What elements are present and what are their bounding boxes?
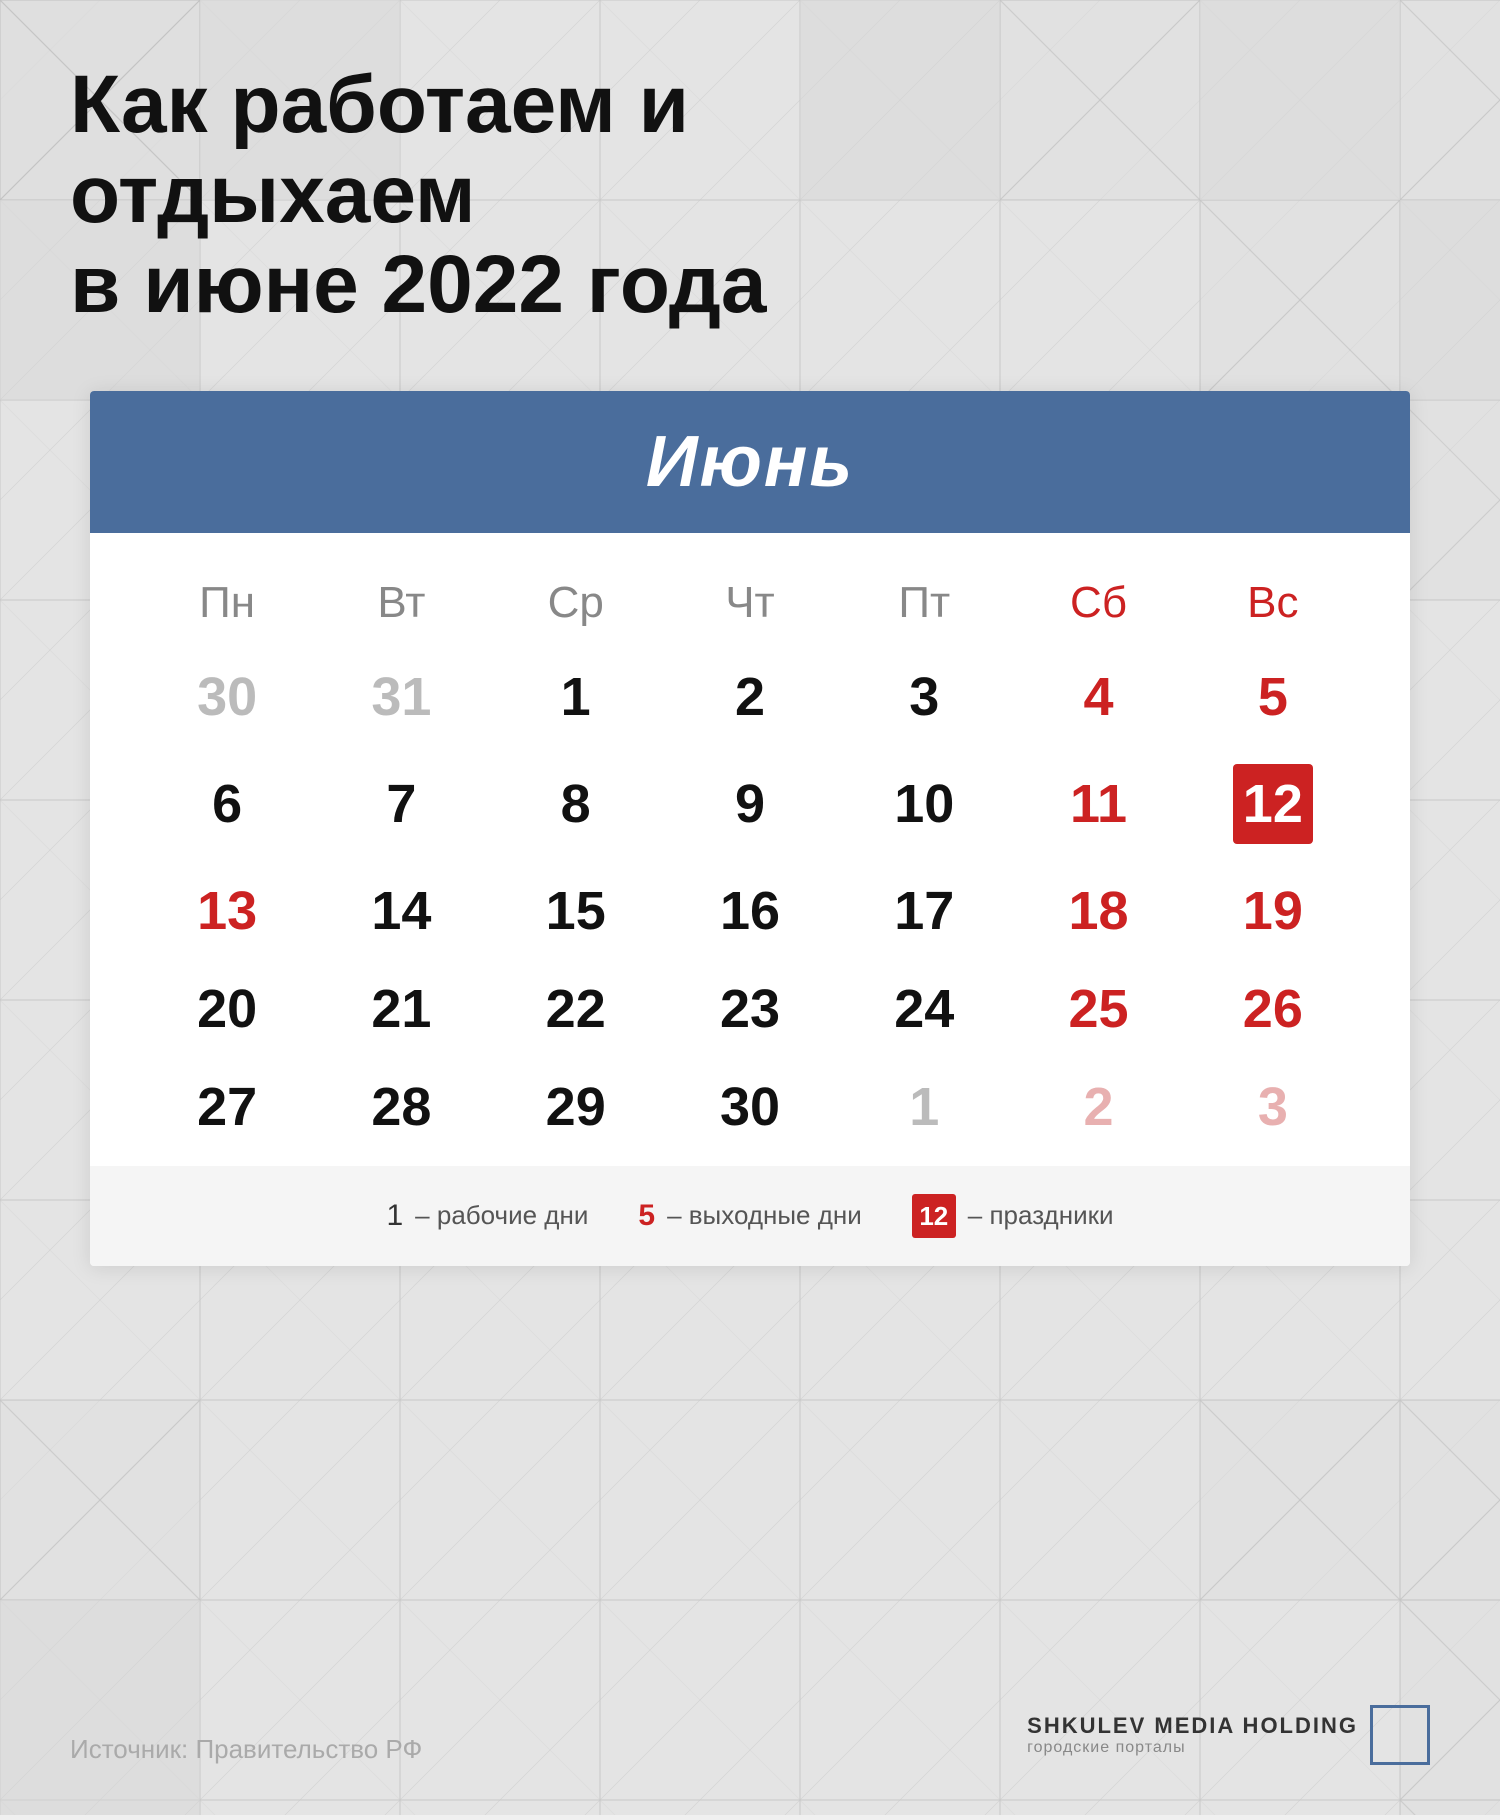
calendar-grid: Пн Вт Ср Чт Пт Сб Вс 30 31 1 [140,563,1360,1156]
day-jul-1: 1 [837,1058,1011,1156]
day-21: 21 [314,960,488,1058]
weekday-tue: Вт [314,563,488,648]
weekday-wed: Ср [489,563,663,648]
brand-text: SHKULEV MEDIA HOLDING городские порталы [1027,1713,1358,1757]
month-name: Июнь [120,421,1380,503]
day-19: 19 [1186,862,1360,960]
day-5: 5 [1186,648,1360,746]
day-26: 26 [1186,960,1360,1058]
calendar: Июнь Пн Вт Ср Чт Пт Сб Вс [90,391,1410,1266]
calendar-week-3: 13 14 15 16 17 18 19 [140,862,1360,960]
day-16: 16 [663,862,837,960]
day-12-holiday: 12 [1186,746,1360,862]
day-jul-2: 2 [1011,1058,1185,1156]
weekday-header-row: Пн Вт Ср Чт Пт Сб Вс [140,563,1360,648]
day-24: 24 [837,960,1011,1058]
day-25: 25 [1011,960,1185,1058]
legend-weekend-label: – выходные дни [667,1200,862,1231]
day-6: 6 [140,746,314,862]
calendar-header: Июнь [90,391,1410,533]
day-13: 13 [140,862,314,960]
holiday-badge-12: 12 [1233,764,1313,844]
day-2: 2 [663,648,837,746]
brand-name-line2: городские порталы [1027,1739,1358,1757]
day-29: 29 [489,1058,663,1156]
legend-weekend-num: 5 [638,1199,655,1233]
day-8: 8 [489,746,663,862]
weekday-thu: Чт [663,563,837,648]
day-14: 14 [314,862,488,960]
calendar-week-2: 6 7 8 9 10 11 12 [140,746,1360,862]
calendar-body-rows: 30 31 1 2 3 4 5 6 7 8 9 10 [140,648,1360,1156]
day-15: 15 [489,862,663,960]
day-9: 9 [663,746,837,862]
legend-workday-label: – рабочие дни [415,1200,588,1231]
day-3: 3 [837,648,1011,746]
legend-workday-num: 1 [386,1199,403,1233]
day-10: 10 [837,746,1011,862]
calendar-week-4: 20 21 22 23 24 25 26 [140,960,1360,1058]
brand-name-line1: SHKULEV MEDIA HOLDING [1027,1713,1358,1739]
legend-holiday-label: – праздники [968,1200,1114,1231]
title-line2: в июне 2022 года [70,239,766,330]
day-17: 17 [837,862,1011,960]
day-7: 7 [314,746,488,862]
day-may-30: 30 [140,648,314,746]
day-4: 4 [1011,648,1185,746]
calendar-body: Пн Вт Ср Чт Пт Сб Вс 30 31 1 [90,533,1410,1166]
day-30: 30 [663,1058,837,1156]
source-label: Источник: Правительство РФ [70,1734,422,1765]
weekday-sun: Вс [1186,563,1360,648]
legend-holiday-badge: 12 [912,1194,956,1238]
day-11: 11 [1011,746,1185,862]
legend-holiday: 12 – праздники [912,1194,1114,1238]
legend-weekend: 5 – выходные дни [638,1199,861,1233]
brand-logo: SHKULEV MEDIA HOLDING городские порталы [1027,1705,1430,1765]
calendar-week-1: 30 31 1 2 3 4 5 [140,648,1360,746]
calendar-legend: 1 – рабочие дни 5 – выходные дни 12 – пр… [90,1166,1410,1266]
title-line1: Как работаем и отдыхаем [70,59,689,240]
legend-workday: 1 – рабочие дни [386,1199,588,1233]
day-1: 1 [489,648,663,746]
weekday-mon: Пн [140,563,314,648]
day-18: 18 [1011,862,1185,960]
main-title: Как работаем и отдыхаем в июне 2022 года [70,60,1430,331]
calendar-week-5: 27 28 29 30 1 2 3 [140,1058,1360,1156]
brand-box-icon [1370,1705,1430,1765]
day-22: 22 [489,960,663,1058]
day-28: 28 [314,1058,488,1156]
day-20: 20 [140,960,314,1058]
footer: Источник: Правительство РФ SHKULEV MEDIA… [70,1705,1430,1765]
day-may-31: 31 [314,648,488,746]
weekday-sat: Сб [1011,563,1185,648]
weekday-fri: Пт [837,563,1011,648]
day-27: 27 [140,1058,314,1156]
day-jul-3: 3 [1186,1058,1360,1156]
day-23: 23 [663,960,837,1058]
